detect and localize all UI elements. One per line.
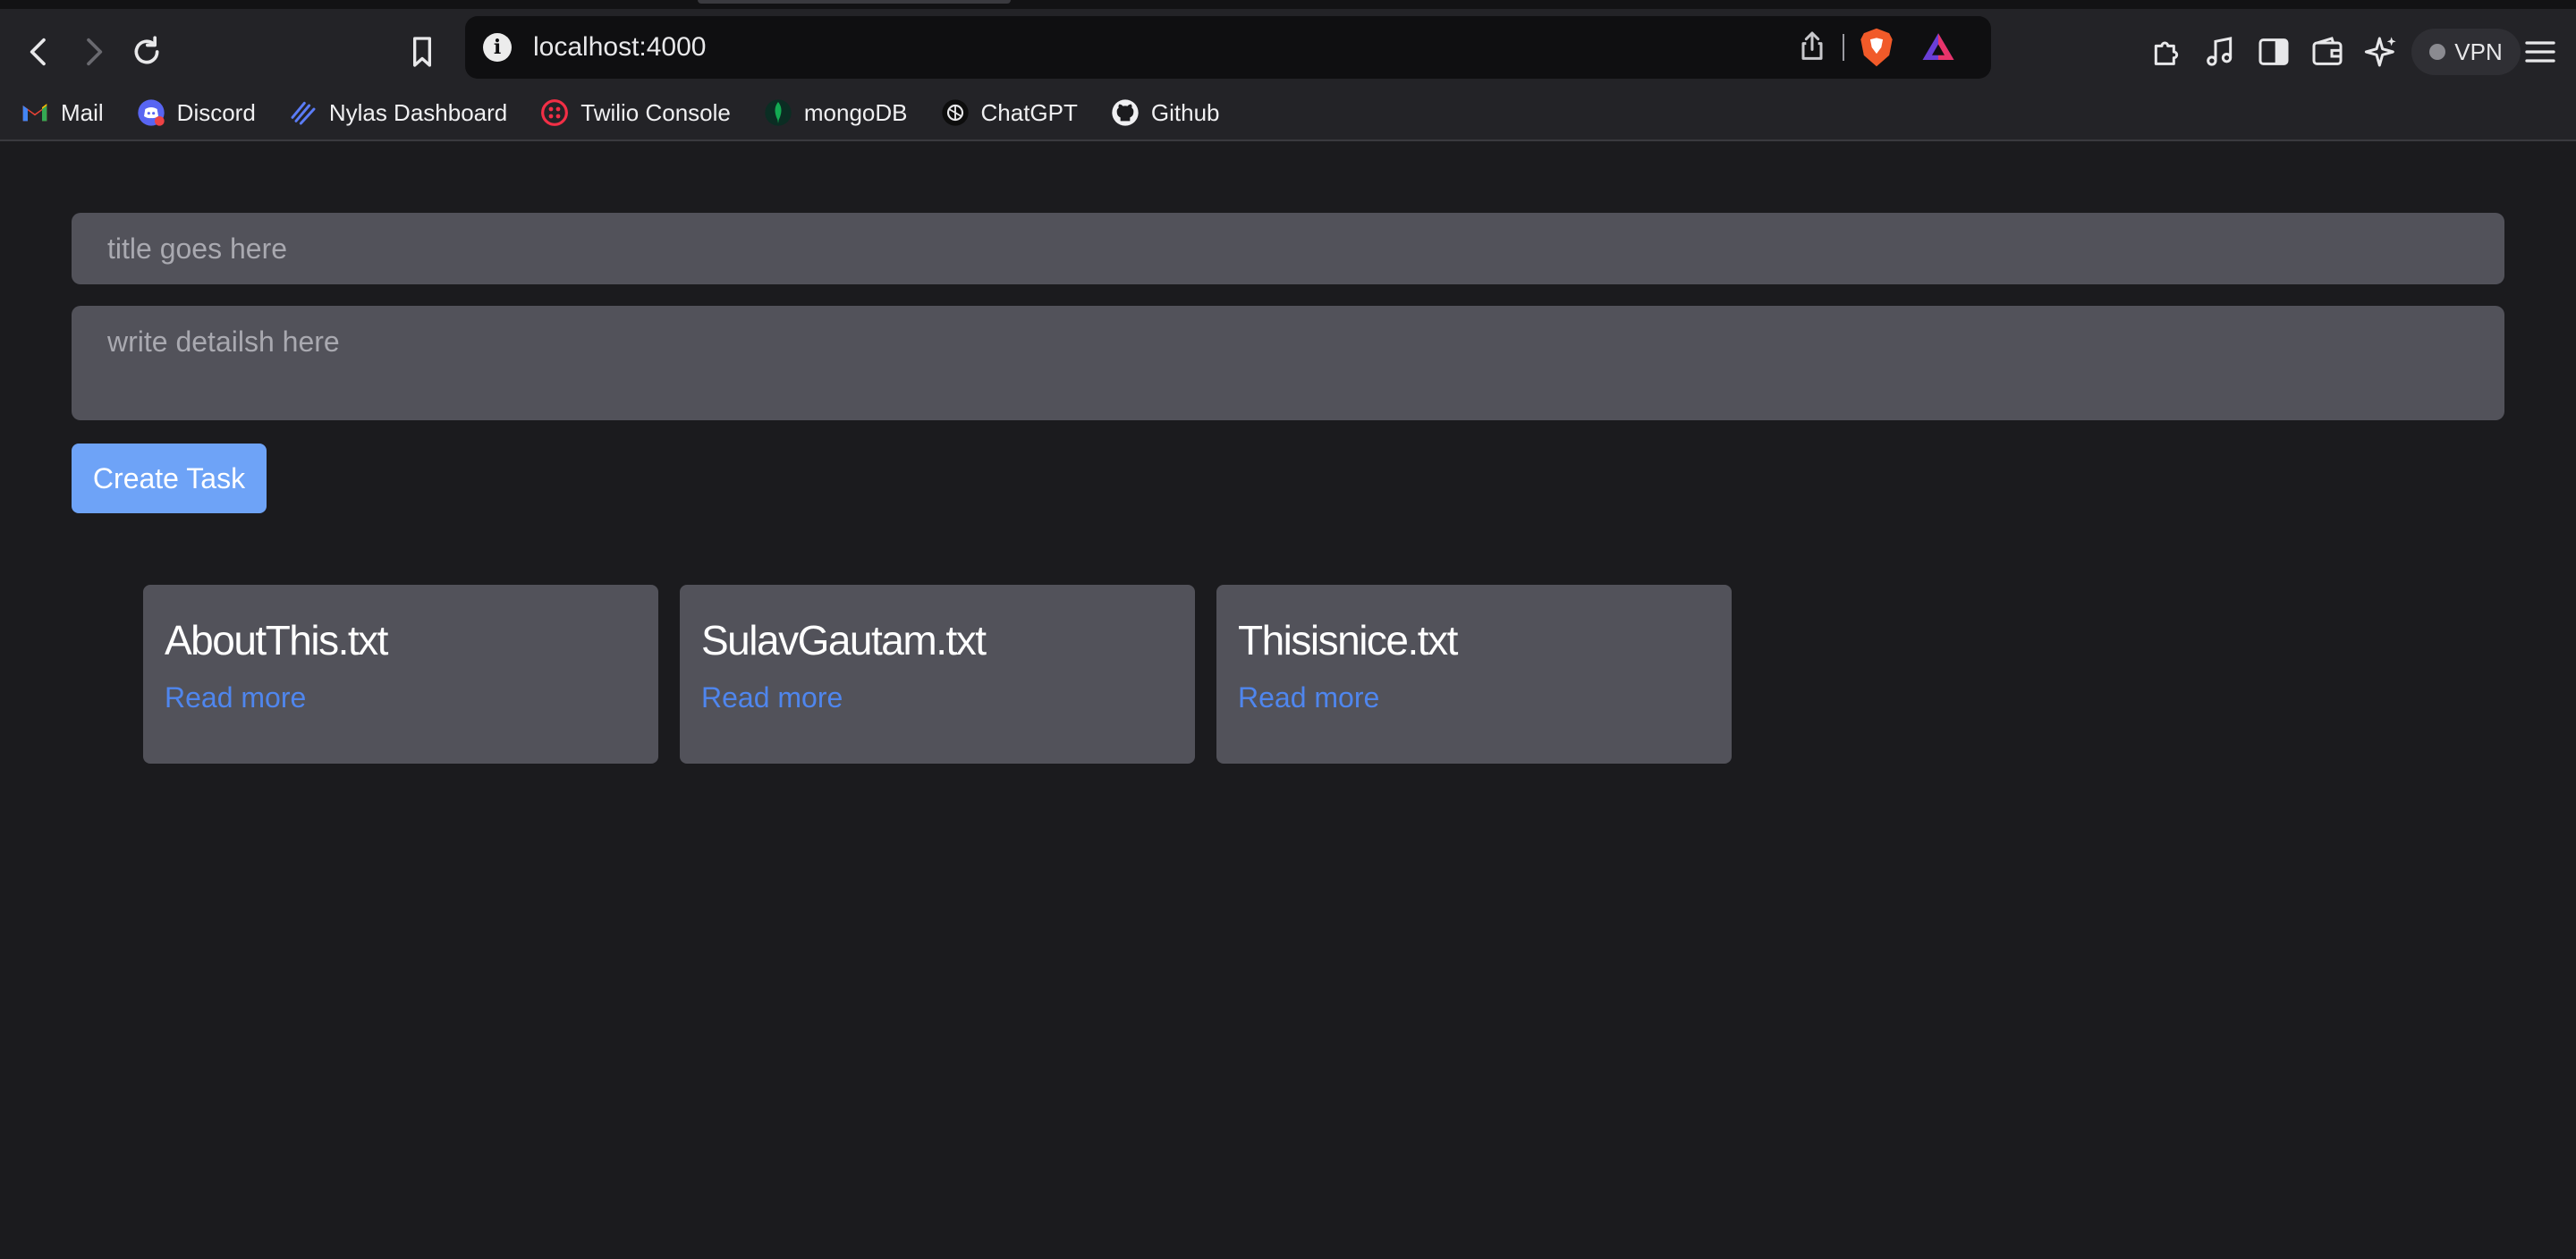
task-title: Thisisnice.txt: [1238, 617, 1458, 663]
bookmark-label: ChatGPT: [980, 98, 1078, 126]
reload-button[interactable]: [122, 27, 172, 77]
sidebar-button[interactable]: [2247, 25, 2301, 79]
page-content: Create Task AboutThis.txt Read more Sula…: [0, 143, 2576, 1259]
nylas-icon: [288, 97, 318, 128]
bookmark-nylas-dashboard[interactable]: Nylas Dashboard: [288, 97, 507, 128]
bookmark-button[interactable]: [397, 27, 447, 77]
forward-button[interactable]: [68, 27, 118, 77]
task-list: AboutThis.txt Read more SulavGautam.txt …: [143, 585, 1732, 764]
address-bar[interactable]: i localhost:4000: [465, 16, 1991, 79]
task-card: AboutThis.txt Read more: [143, 585, 658, 764]
active-tab-indicator[interactable]: [698, 0, 1011, 4]
read-more-link[interactable]: Read more: [1238, 681, 1379, 714]
bookmark-chatgpt[interactable]: ChatGPT: [940, 97, 1078, 128]
back-icon: [30, 38, 46, 66]
bookmark-discord[interactable]: Discord: [136, 97, 256, 128]
sidebar-icon: [2258, 38, 2289, 65]
details-textarea[interactable]: [72, 306, 2504, 420]
bookmark-label: Mail: [61, 98, 104, 126]
bookmark-mail[interactable]: Mail: [20, 97, 104, 128]
vpn-status-icon: [2429, 44, 2446, 60]
back-button[interactable]: [14, 27, 64, 77]
leo-ai-button[interactable]: [2354, 25, 2408, 79]
bookmark-label: Twilio Console: [580, 98, 731, 126]
vpn-label: VPN: [2454, 38, 2503, 65]
discord-icon: [136, 97, 166, 128]
music-note-icon: [2207, 37, 2233, 66]
bookmarks-bar: Mail Discord Nylas Dashboard Twilio Cons…: [0, 86, 2576, 141]
create-task-button[interactable]: Create Task: [72, 444, 267, 513]
media-button[interactable]: [2193, 25, 2247, 79]
vpn-button[interactable]: VPN: [2411, 29, 2521, 75]
task-card: Thisisnice.txt Read more: [1216, 585, 1732, 764]
bookmark-label: mongoDB: [803, 98, 908, 126]
hamburger-menu-icon[interactable]: [2522, 34, 2558, 70]
urlbar-divider: [1843, 34, 1844, 61]
mongodb-icon: [763, 97, 793, 128]
forward-icon: [87, 38, 103, 66]
bookmark-twilio-console[interactable]: Twilio Console: [539, 97, 731, 128]
bookmark-mongodb[interactable]: mongoDB: [763, 97, 908, 128]
sparkle-icon: [2364, 37, 2396, 67]
extensions-button[interactable]: [2140, 25, 2193, 79]
read-more-link[interactable]: Read more: [165, 681, 306, 714]
chatgpt-icon: [940, 97, 970, 128]
brave-rewards-icon[interactable]: [1919, 29, 1957, 66]
read-more-link[interactable]: Read more: [701, 681, 843, 714]
bookmark-label: Discord: [176, 98, 256, 126]
browser-toolbar: i localhost:4000 VPN: [0, 9, 2576, 86]
bookmark-label: Github: [1150, 98, 1220, 126]
twilio-icon: [539, 97, 570, 128]
wallet-button[interactable]: [2301, 25, 2354, 79]
site-info-icon[interactable]: i: [483, 33, 512, 62]
reload-icon: [134, 36, 159, 64]
puzzle-icon: [2154, 41, 2179, 65]
bookmark-icon: [413, 37, 431, 67]
bookmark-github[interactable]: Github: [1110, 97, 1220, 128]
title-input[interactable]: [72, 213, 2504, 284]
task-title: AboutThis.txt: [165, 617, 388, 663]
brave-shields-icon[interactable]: [1857, 27, 1896, 68]
share-icon[interactable]: [1794, 29, 1830, 64]
wallet-icon: [2312, 37, 2343, 65]
url-text[interactable]: localhost:4000: [533, 30, 706, 64]
window-top-strip: [0, 0, 2576, 9]
bookmark-label: Nylas Dashboard: [328, 98, 508, 126]
task-title: SulavGautam.txt: [701, 617, 987, 663]
gmail-icon: [20, 97, 50, 128]
task-card: SulavGautam.txt Read more: [680, 585, 1195, 764]
github-icon: [1110, 97, 1140, 128]
